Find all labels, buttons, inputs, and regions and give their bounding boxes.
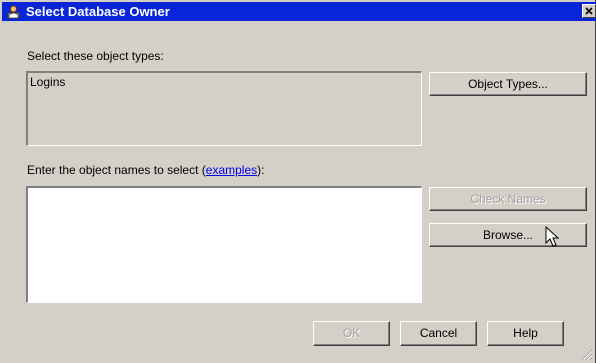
object-names-input[interactable] [26, 186, 422, 303]
check-names-button[interactable]: Check Names [429, 187, 587, 211]
object-types-field: Logins [26, 71, 422, 146]
close-button[interactable] [582, 4, 596, 18]
close-icon [585, 7, 593, 15]
title-bar[interactable]: Select Database Owner [2, 2, 596, 21]
object-names-label-suffix: ): [257, 163, 265, 177]
examples-link[interactable]: examples [206, 163, 257, 177]
database-owner-icon [7, 5, 20, 19]
select-database-owner-dialog: Select Database Owner Select these objec… [0, 0, 596, 363]
object-types-value: Logins [30, 75, 66, 89]
cancel-button[interactable]: Cancel [400, 321, 477, 346]
object-types-label: Select these object types: [27, 49, 164, 63]
resize-grip-icon[interactable] [581, 349, 593, 361]
object-types-button[interactable]: Object Types... [429, 72, 587, 96]
dialog-title: Select Database Owner [26, 4, 170, 19]
ok-button[interactable]: OK [313, 321, 390, 346]
browse-button[interactable]: Browse... [429, 223, 587, 247]
help-button[interactable]: Help [487, 321, 564, 346]
object-names-label: Enter the object names to select (exampl… [27, 163, 264, 177]
object-names-label-prefix: Enter the object names to select ( [27, 163, 206, 177]
mouse-pointer-icon [545, 226, 560, 247]
